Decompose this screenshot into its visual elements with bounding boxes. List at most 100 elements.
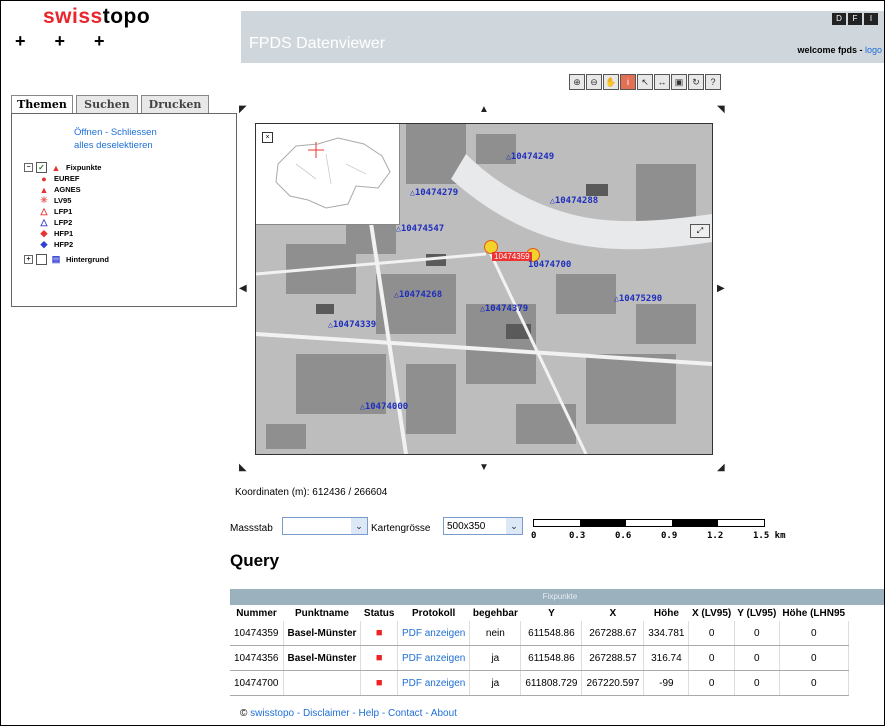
pan-southwest-icon[interactable]: ◣	[239, 463, 247, 473]
pdf-link[interactable]: PDF anzeigen	[397, 621, 471, 646]
scale-label: 1.5 km	[753, 531, 786, 541]
layer-item-lv95[interactable]: ✳ LV95	[24, 195, 109, 206]
deselect-all-link[interactable]: alles deselektieren	[74, 140, 153, 151]
footer-link-help[interactable]: Help	[359, 708, 380, 719]
tab-themen[interactable]: Themen	[11, 95, 73, 113]
column-header: X (LV95)	[688, 605, 735, 621]
measure-icon[interactable]: ↔	[654, 74, 670, 90]
info-icon[interactable]: i	[620, 74, 636, 90]
map-point[interactable]: △10474339	[328, 320, 376, 330]
cell-x-lv95: 0	[688, 645, 735, 671]
layer-item-lfp1[interactable]: △ LFP1	[24, 206, 109, 217]
layer-label: EUREF	[54, 174, 80, 183]
layer-label: HFP1	[54, 229, 74, 238]
layer-item-agnes[interactable]: ▲ AGNES	[24, 184, 109, 195]
logout-link[interactable]: logo	[865, 45, 882, 55]
cell-begehbar: ja	[469, 670, 522, 696]
kartengroesse-select[interactable]: 500x350 ⌄	[443, 517, 523, 535]
map-point[interactable]: △10474249	[506, 152, 554, 162]
tab-suchen[interactable]: Suchen	[76, 95, 138, 113]
diamond-icon: ◆	[40, 239, 48, 249]
collapse-icon[interactable]: −	[24, 163, 33, 172]
map-view[interactable]: × ⤢ △10474249 △10474279 △10474288 △10474…	[255, 123, 713, 455]
column-header: Höhe (LHN95	[779, 605, 849, 621]
lang-button-f[interactable]: F	[848, 13, 862, 25]
cell-begehbar: nein	[469, 621, 522, 646]
app-title: FPDS Datenviewer	[249, 35, 386, 52]
pan-west-icon[interactable]: ◀	[239, 284, 247, 294]
lang-button-i[interactable]: I	[864, 13, 878, 25]
column-header: Punktname	[283, 605, 361, 621]
footer-link-about[interactable]: About	[431, 708, 457, 719]
layer-checkbox-fixpunkte[interactable]: ✓	[36, 162, 47, 173]
cell-nummer: 10474359	[230, 621, 284, 646]
map-point[interactable]: △10475290	[614, 294, 662, 304]
layer-group-fixpunkte: − ✓ ▲ Fixpunkte	[24, 162, 109, 173]
coordinates-label: Koordinaten (m):	[235, 487, 310, 498]
pan-southeast-icon[interactable]: ◢	[717, 463, 725, 473]
scale-segment	[626, 520, 672, 526]
map-point[interactable]: △10474000	[360, 402, 408, 412]
pan-north-icon[interactable]: ▲	[479, 105, 489, 115]
zoom-out-icon[interactable]: ⊖	[586, 74, 602, 90]
logo-red-text: swiss	[43, 5, 103, 28]
layer-item-lfp2[interactable]: △ LFP2	[24, 217, 109, 228]
map-point[interactable]: △10474268	[394, 290, 442, 300]
kartengroesse-value: 500x350	[447, 521, 486, 532]
pan-icon[interactable]: ✋	[603, 74, 619, 90]
map-point[interactable]: △10474379	[480, 304, 528, 314]
footer-link-contact[interactable]: Contact	[388, 708, 422, 719]
map-point[interactable]: △10474547	[396, 224, 444, 234]
scale-segment	[672, 520, 718, 526]
footer-link-disclaimer[interactable]: Disclaimer	[303, 708, 350, 719]
pdf-link[interactable]: PDF anzeigen	[397, 645, 471, 671]
map-zoom-icon[interactable]: ⤢	[690, 224, 710, 238]
switzerland-outline	[275, 137, 391, 209]
cell-hoehe-lhn95: 0	[779, 645, 849, 671]
cell-x-lv95: 0	[688, 621, 735, 646]
cell-y: 611808.729	[520, 670, 583, 696]
chevron-down-icon: ⌄	[351, 518, 367, 534]
layer-item-hfp2[interactable]: ◆ HFP2	[24, 239, 109, 250]
pdf-link[interactable]: PDF anzeigen	[397, 670, 471, 696]
pan-northwest-icon[interactable]: ◤	[239, 105, 247, 115]
pan-northeast-icon[interactable]: ◥	[717, 105, 725, 115]
footer-link-swisstopo[interactable]: swisstopo	[250, 708, 294, 719]
status-icon: ■	[360, 670, 398, 696]
highlighted-point-label: 10474359	[492, 252, 532, 261]
massstab-select[interactable]: ⌄	[282, 517, 368, 535]
table-row: 10474700 ■ PDF anzeigen ja 611808.729 26…	[230, 670, 849, 696]
tab-drucken[interactable]: Drucken	[141, 95, 209, 113]
select-icon[interactable]: ↖	[637, 74, 653, 90]
cell-y-lv95: 0	[734, 621, 780, 646]
open-all-link[interactable]: Öffnen	[74, 127, 102, 138]
table-row: 10474356 Basel-Münster ■ PDF anzeigen ja…	[230, 645, 849, 671]
layer-item-hfp1[interactable]: ◆ HFP1	[24, 228, 109, 239]
help-icon[interactable]: ?	[705, 74, 721, 90]
refresh-icon[interactable]: ↻	[688, 74, 704, 90]
map-point[interactable]: △10474279	[410, 188, 458, 198]
print-icon[interactable]: ▣	[671, 74, 687, 90]
link-separator: -	[102, 127, 111, 138]
header-bar: FPDS Datenviewer D F I welcome fpds - lo…	[241, 11, 884, 63]
scale-label: 0.9	[661, 531, 678, 541]
copyright-icon: ©	[240, 708, 251, 719]
pan-east-icon[interactable]: ▶	[717, 284, 725, 294]
close-all-link[interactable]: Schliessen	[111, 127, 157, 138]
layer-label: LFP1	[54, 207, 73, 216]
pan-south-icon[interactable]: ▼	[479, 463, 489, 473]
expand-icon[interactable]: +	[24, 255, 33, 264]
sidebar-tabs: Themen Suchen Drucken	[11, 95, 212, 113]
lang-button-d[interactable]: D	[832, 13, 846, 25]
footer: © swisstopo - Disclaimer - Help - Contac…	[240, 708, 457, 719]
overview-minimap[interactable]: ×	[256, 124, 400, 225]
layer-label: AGNES	[54, 185, 81, 194]
map-point[interactable]: 10474700	[528, 260, 571, 270]
map-toolbar: ⊕ ⊖ ✋ i ↖ ↔ ▣ ↻ ?	[569, 74, 721, 90]
zoom-in-icon[interactable]: ⊕	[569, 74, 585, 90]
layer-checkbox-hintergrund[interactable]	[36, 254, 47, 265]
layer-item-euref[interactable]: ● EUREF	[24, 173, 109, 184]
circle-icon: ●	[41, 173, 47, 184]
map-point[interactable]: △10474288	[550, 196, 598, 206]
cell-hoehe-lhn95: 0	[779, 670, 849, 696]
